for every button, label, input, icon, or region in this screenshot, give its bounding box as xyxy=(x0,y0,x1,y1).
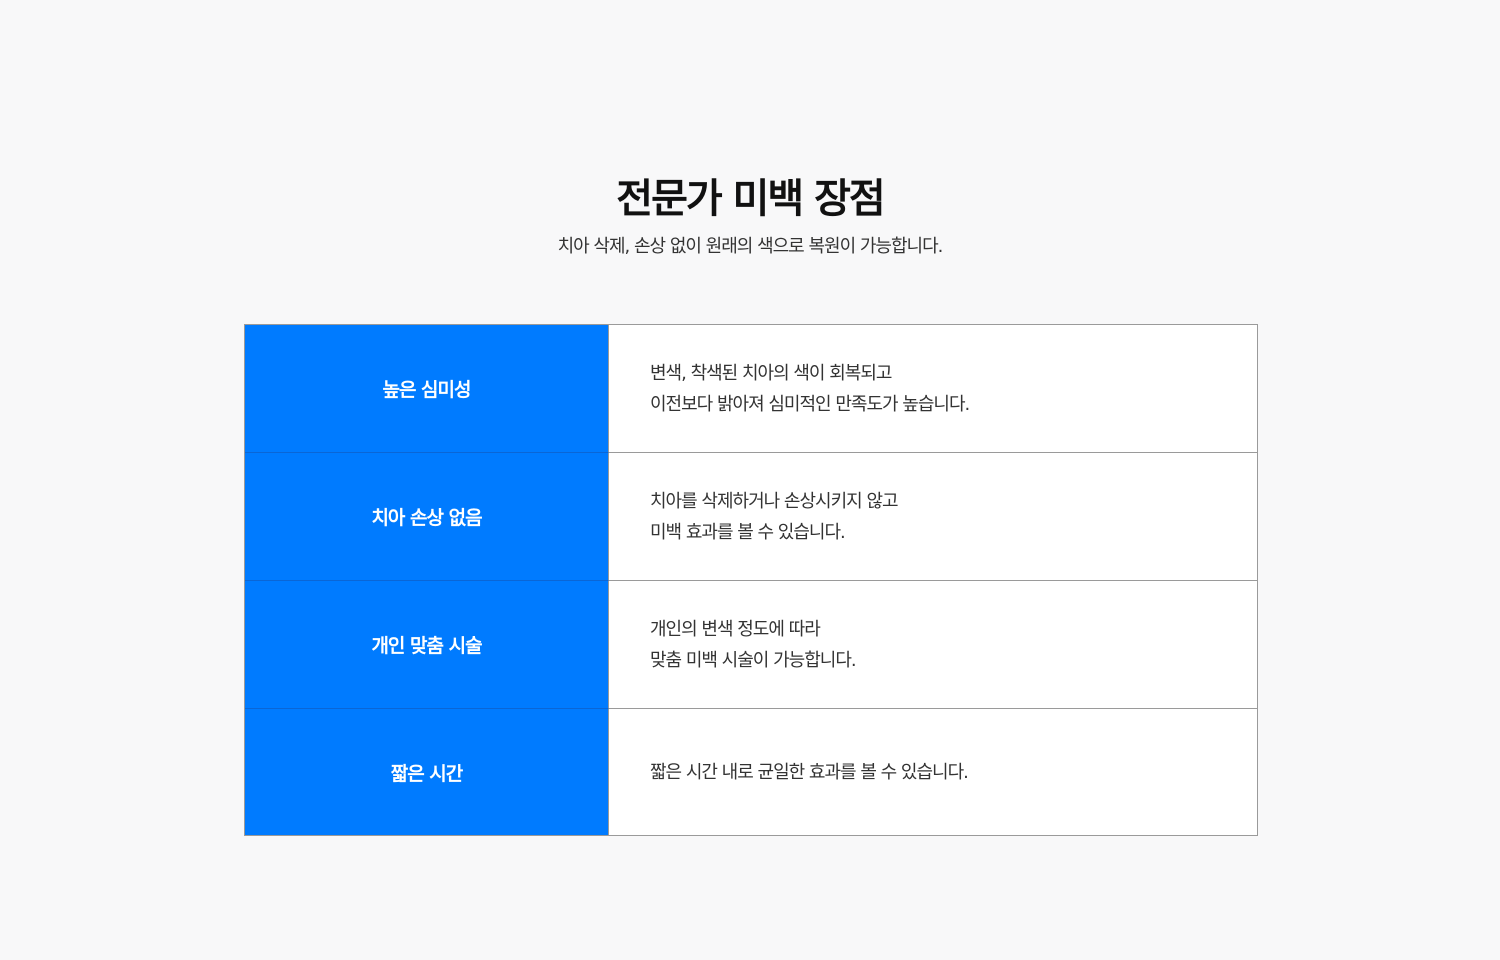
benefit-description-custom: 개인의 변색 정도에 따라 맞춤 미백 시술이 가능합니다. xyxy=(609,581,1257,708)
benefit-row-aesthetics: 높은 심미성 변색, 착색된 치아의 색이 회복되고 이전보다 밝아져 심미적인… xyxy=(245,325,1257,453)
benefit-description-line: 치아를 삭제하거나 손상시키지 않고 xyxy=(650,490,899,512)
benefit-title-custom: 개인 맞춤 시술 xyxy=(245,580,609,708)
benefit-description-aesthetics: 변색, 착색된 치아의 색이 회복되고 이전보다 밝아져 심미적인 만족도가 높… xyxy=(609,325,1257,452)
benefit-description-short-time: 짧은 시간 내로 균일한 효과를 볼 수 있습니다. xyxy=(609,709,1257,835)
benefit-description-line: 이전보다 밝아져 심미적인 만족도가 높습니다. xyxy=(650,393,970,415)
benefit-description-no-damage: 치아를 삭제하거나 손상시키지 않고 미백 효과를 볼 수 있습니다. xyxy=(609,453,1257,580)
benefit-description-line: 맞춤 미백 시술이 가능합니다. xyxy=(650,649,857,671)
benefit-description-line: 개인의 변색 정도에 따라 xyxy=(650,618,821,640)
benefit-row-custom: 개인 맞춤 시술 개인의 변색 정도에 따라 맞춤 미백 시술이 가능합니다. xyxy=(245,580,1257,709)
benefit-description-line: 변색, 착색된 치아의 색이 회복되고 xyxy=(650,362,892,384)
benefit-title-no-damage: 치아 손상 없음 xyxy=(245,452,609,580)
benefit-title-aesthetics: 높은 심미성 xyxy=(245,325,609,452)
benefits-table: 높은 심미성 변색, 착색된 치아의 색이 회복되고 이전보다 밝아져 심미적인… xyxy=(244,324,1258,836)
benefit-row-short-time: 짧은 시간 짧은 시간 내로 균일한 효과를 볼 수 있습니다. xyxy=(245,708,1257,835)
benefit-row-no-damage: 치아 손상 없음 치아를 삭제하거나 손상시키지 않고 미백 효과를 볼 수 있… xyxy=(245,452,1257,581)
benefit-title-short-time: 짧은 시간 xyxy=(245,708,609,835)
page-subtitle: 치아 삭제, 손상 없이 원래의 색으로 복원이 가능합니다. xyxy=(557,236,944,257)
page-title: 전문가 미백 장점 xyxy=(616,175,885,222)
benefit-description-line: 미백 효과를 볼 수 있습니다. xyxy=(650,521,846,543)
benefit-description-line: 짧은 시간 내로 균일한 효과를 볼 수 있습니다. xyxy=(650,761,969,783)
